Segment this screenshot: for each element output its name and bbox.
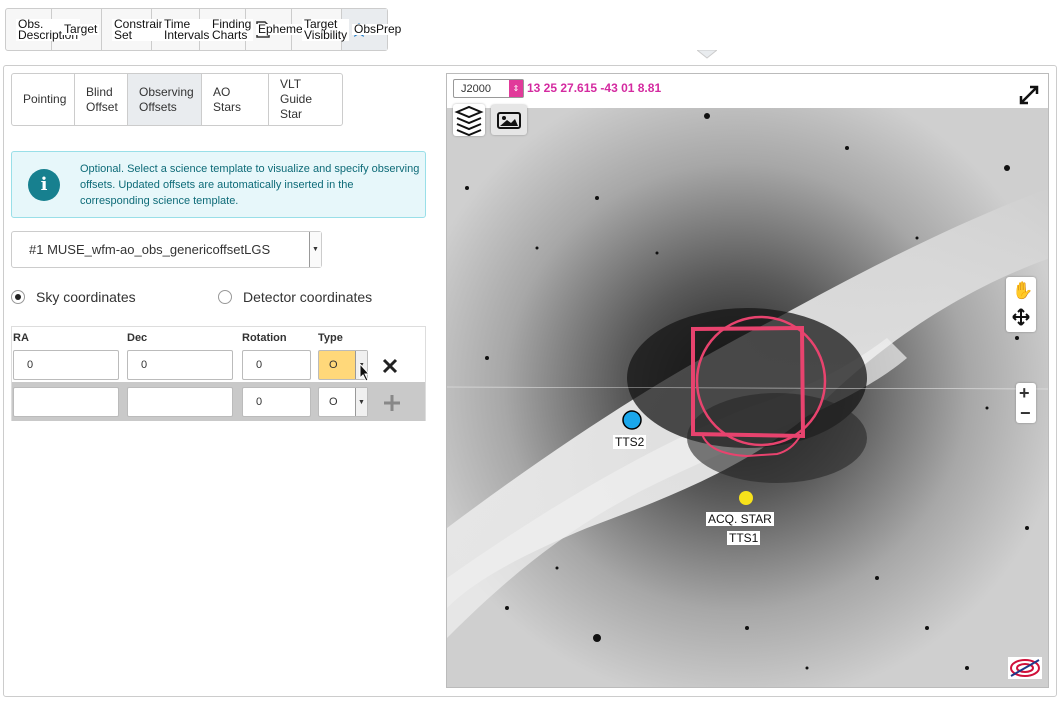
info-icon: i xyxy=(28,168,60,201)
subtab-pointing[interactable]: Pointing xyxy=(12,74,75,125)
radio-button[interactable] xyxy=(11,290,25,304)
info-alert: i Optional. Select a science template to… xyxy=(11,151,426,218)
subtab-label: Observing Offsets xyxy=(139,84,194,114)
tts1-label: TTS1 xyxy=(727,531,761,545)
rotation-input[interactable]: 0 xyxy=(242,350,311,380)
template-select[interactable]: #1 MUSE_wfm-ao_obs_genericoffsetLGS ▼ xyxy=(11,231,322,268)
subtab-label: Blind Offset xyxy=(86,84,118,114)
sky-viewer[interactable]: J2000 ⇕ 13 25 27.615 -43 01 8.81 ✋ + − T… xyxy=(446,73,1049,688)
tab-obs-description[interactable]: Obs. Description xyxy=(6,9,81,50)
radio-label: Detector coordinates xyxy=(243,289,373,305)
tts2-marker[interactable] xyxy=(622,410,642,430)
subtab-ao-stars[interactable]: AO Stars xyxy=(202,74,269,125)
subtab-observing-offsets[interactable]: Observing Offsets xyxy=(128,74,202,125)
ra-input[interactable] xyxy=(13,387,119,417)
col-header-type: Type xyxy=(318,332,343,344)
tab-label: ObsPrep xyxy=(352,22,404,36)
obsprep-subtabs: Pointing Blind Offset Observing Offsets … xyxy=(11,73,343,126)
active-tab-pointer xyxy=(697,50,717,59)
acq-star-marker[interactable] xyxy=(739,491,753,505)
dec-input[interactable] xyxy=(127,387,233,417)
radio-label: Sky coordinates xyxy=(36,289,136,305)
delete-row-icon[interactable] xyxy=(382,358,398,374)
subtab-blind-offset[interactable]: Blind Offset xyxy=(75,74,128,125)
tts2-label: TTS2 xyxy=(613,435,647,449)
tab-constraint-set[interactable]: Constraint Set xyxy=(102,9,171,50)
mouse-cursor-icon xyxy=(359,363,371,382)
footprint-circle xyxy=(695,315,827,447)
type-select[interactable]: O ▼ xyxy=(318,387,368,417)
type-value: O xyxy=(329,359,338,371)
overlay-layer xyxy=(622,315,827,505)
main-tabbar: Obs. Description Target Constraint Set T… xyxy=(5,8,404,51)
chevron-down-icon: ▼ xyxy=(355,388,367,416)
tab-label: Target xyxy=(62,22,100,36)
type-value: O xyxy=(329,396,338,408)
radio-detector-coordinates[interactable]: Detector coordinates xyxy=(218,289,372,305)
col-header-rotation: Rotation xyxy=(242,332,287,344)
rotation-input[interactable]: 0 xyxy=(242,387,311,417)
acq-star-label: ACQ. STAR xyxy=(706,512,774,526)
dec-input[interactable]: 0 xyxy=(127,350,233,380)
chevron-down-icon: ▼ xyxy=(309,232,321,267)
info-text: Optional. Select a science template to v… xyxy=(80,162,420,207)
subtab-label: Pointing xyxy=(23,92,67,106)
subtab-label: AO Stars xyxy=(213,84,242,114)
subtab-vlt-guide-star[interactable]: VLT Guide Star xyxy=(269,74,342,125)
template-select-value: #1 MUSE_wfm-ao_obs_genericoffsetLGS xyxy=(29,242,271,257)
offsets-table: RA Dec Rotation Type 0 0 0 O ▼ 0 O ▼ xyxy=(11,326,426,421)
tab-label: Finding Charts xyxy=(210,16,254,42)
subtab-label: VLT Guide Star xyxy=(280,77,313,121)
tab-label: Target Visibility xyxy=(302,16,350,42)
ra-input[interactable]: 0 xyxy=(13,350,119,380)
radio-sky-coordinates[interactable]: Sky coordinates xyxy=(11,289,136,305)
col-header-dec: Dec xyxy=(127,332,148,344)
col-header-ra: RA xyxy=(13,332,29,344)
tab-label: Time Intervals xyxy=(162,16,212,42)
eso-logo-icon xyxy=(1008,657,1042,679)
radio-button[interactable] xyxy=(218,290,232,304)
add-row-icon[interactable] xyxy=(382,393,402,413)
